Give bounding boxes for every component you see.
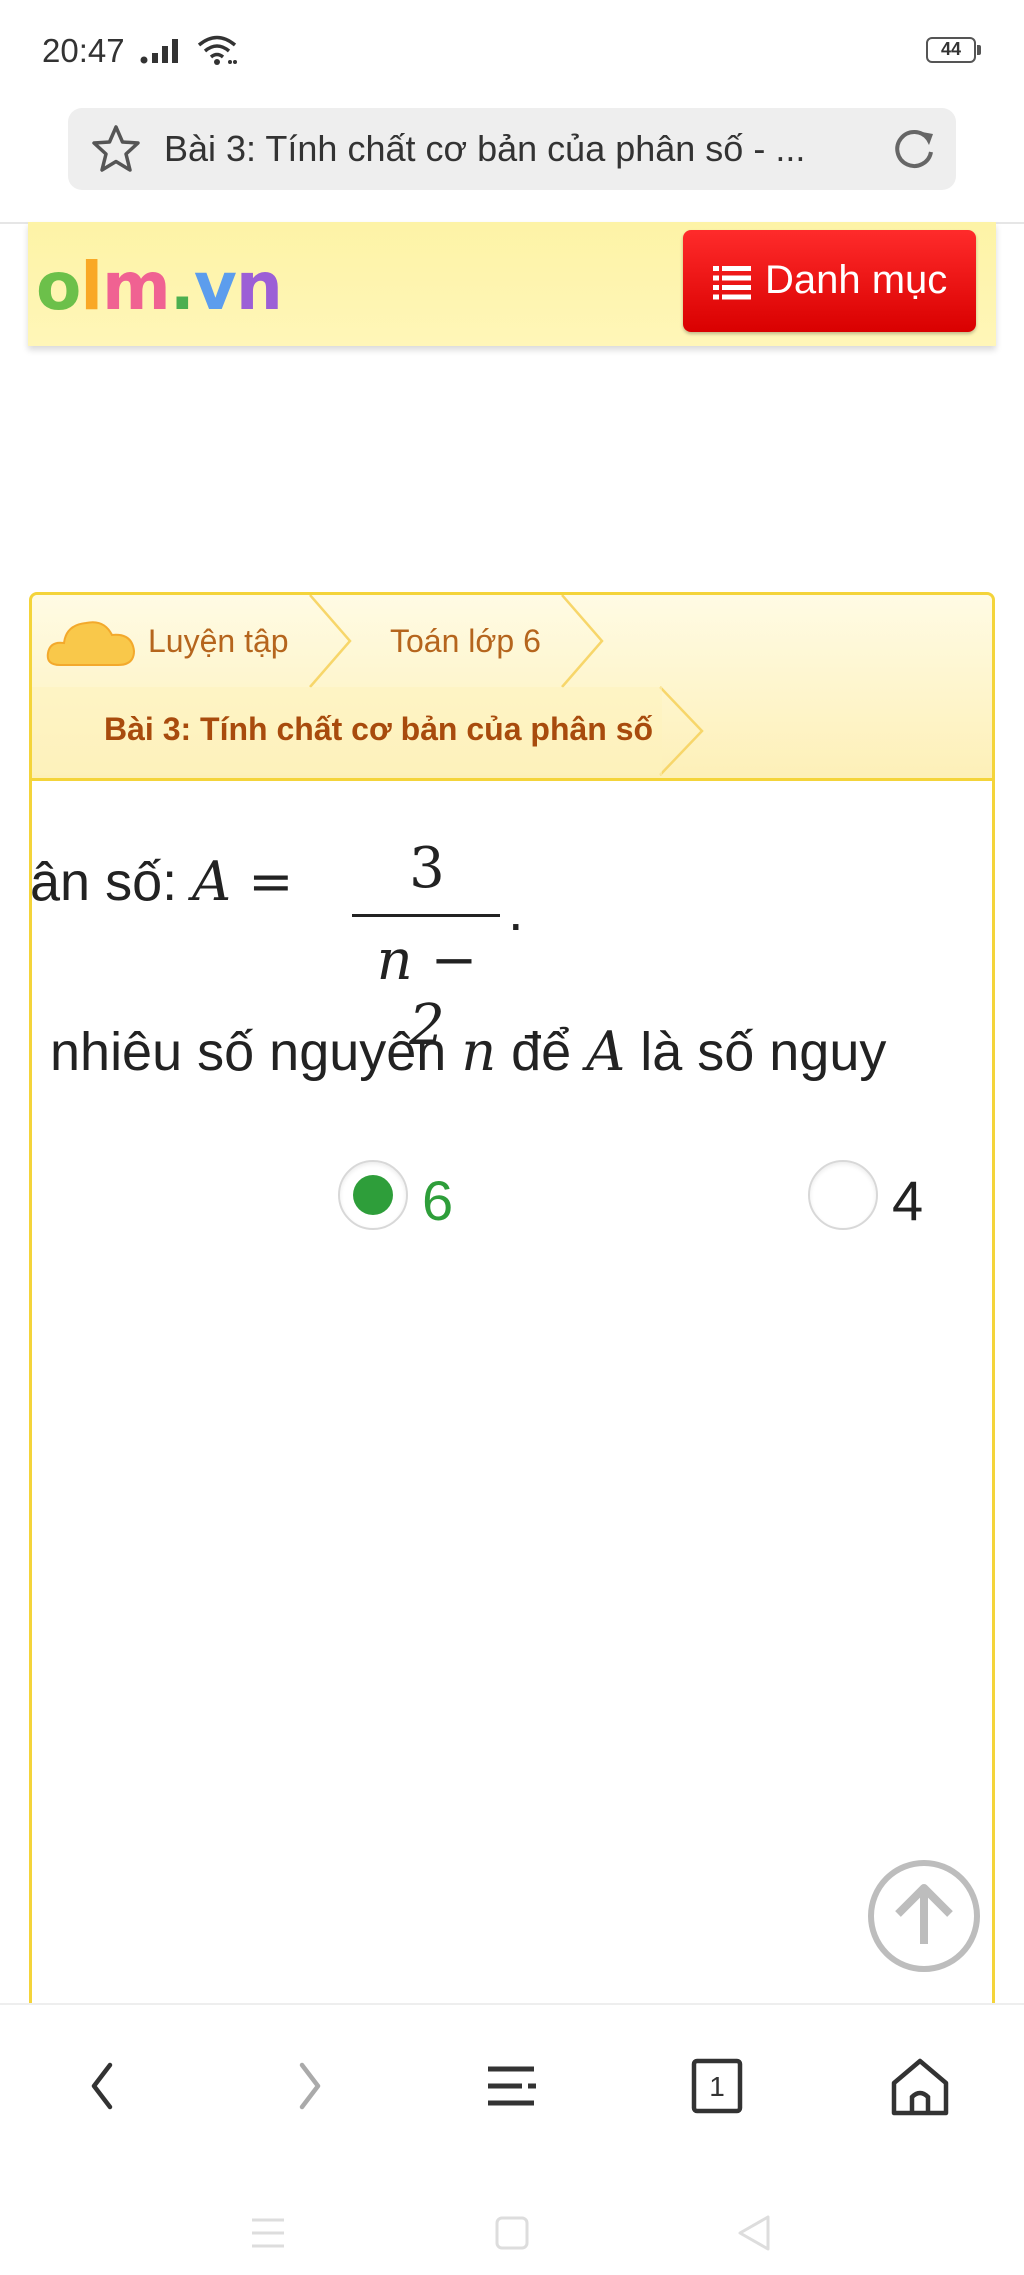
question-text: là số nguy — [625, 1022, 887, 1082]
site-logo[interactable]: olm.vn — [36, 248, 283, 325]
battery-icon: 44 — [926, 37, 981, 63]
status-bar: 20:47 44 — [0, 0, 1024, 100]
battery-level: 44 — [940, 39, 962, 59]
question-text: để — [496, 1022, 587, 1082]
radio-button[interactable] — [808, 1160, 878, 1230]
option-label[interactable]: 6 — [422, 1168, 453, 1233]
recent-apps-icon[interactable] — [248, 2215, 288, 2251]
radio-button-selected[interactable] — [338, 1160, 408, 1230]
sentence-period: . — [508, 879, 524, 942]
home-square-icon[interactable] — [494, 2215, 530, 2251]
browser-toolbar: 1 — [0, 2003, 1024, 2155]
star-icon[interactable] — [90, 124, 142, 174]
signal-icon — [140, 39, 178, 64]
back-icon[interactable] — [64, 2051, 144, 2121]
site-header: olm.vn Danh mục — [28, 222, 996, 346]
option-label[interactable]: 4 — [892, 1168, 923, 1233]
question-text: ân số: — [30, 852, 193, 912]
cloud-icon — [46, 621, 136, 666]
question-line-1: ân số: A = — [30, 850, 294, 913]
breadcrumb-item-lesson[interactable]: Bài 3: Tính chất cơ bản của phân số — [104, 711, 653, 748]
breadcrumb: Luyện tập Toán lớp 6 Bài 3: Tính chất cơ… — [32, 595, 992, 781]
breadcrumb-item-practice[interactable]: Luyện tập — [148, 623, 289, 660]
breadcrumb-item-grade6[interactable]: Toán lớp 6 — [390, 623, 541, 660]
back-triangle-icon[interactable] — [734, 2213, 774, 2253]
question-text: nhiêu số nguyên — [50, 1022, 462, 1082]
wifi-icon — [197, 35, 237, 65]
forward-icon[interactable] — [268, 2051, 348, 2121]
fraction-bar — [352, 914, 500, 917]
address-bar[interactable]: Bài 3: Tính chất cơ bản của phân số - ..… — [68, 108, 956, 190]
content-panel: Luyện tập Toán lớp 6 Bài 3: Tính chất cơ… — [29, 592, 995, 2012]
list-icon — [713, 266, 751, 300]
tabs-icon[interactable]: 1 — [676, 2051, 756, 2121]
tab-count: 1 — [709, 2071, 725, 2102]
question-line-2: nhiêu số nguyên n để A là số nguy — [50, 1020, 992, 1083]
menu-button[interactable]: Danh mục — [683, 230, 976, 332]
status-time: 20:47 — [42, 32, 125, 69]
math-var-a: A — [586, 1020, 626, 1083]
system-navigation — [0, 2155, 1024, 2275]
home-icon[interactable] — [880, 2051, 960, 2121]
math-equals: = — [231, 850, 294, 913]
scroll-to-top-icon[interactable] — [868, 1860, 980, 1972]
math-var-a: A — [192, 850, 232, 913]
fraction-numerator: 3 — [409, 836, 445, 901]
menu-button-label: Danh mục — [765, 258, 948, 302]
menu-icon[interactable] — [472, 2051, 552, 2121]
reload-icon[interactable] — [888, 124, 940, 176]
math-var-n: n — [461, 1020, 497, 1083]
page-title[interactable]: Bài 3: Tính chất cơ bản của phân số - ..… — [164, 128, 805, 170]
